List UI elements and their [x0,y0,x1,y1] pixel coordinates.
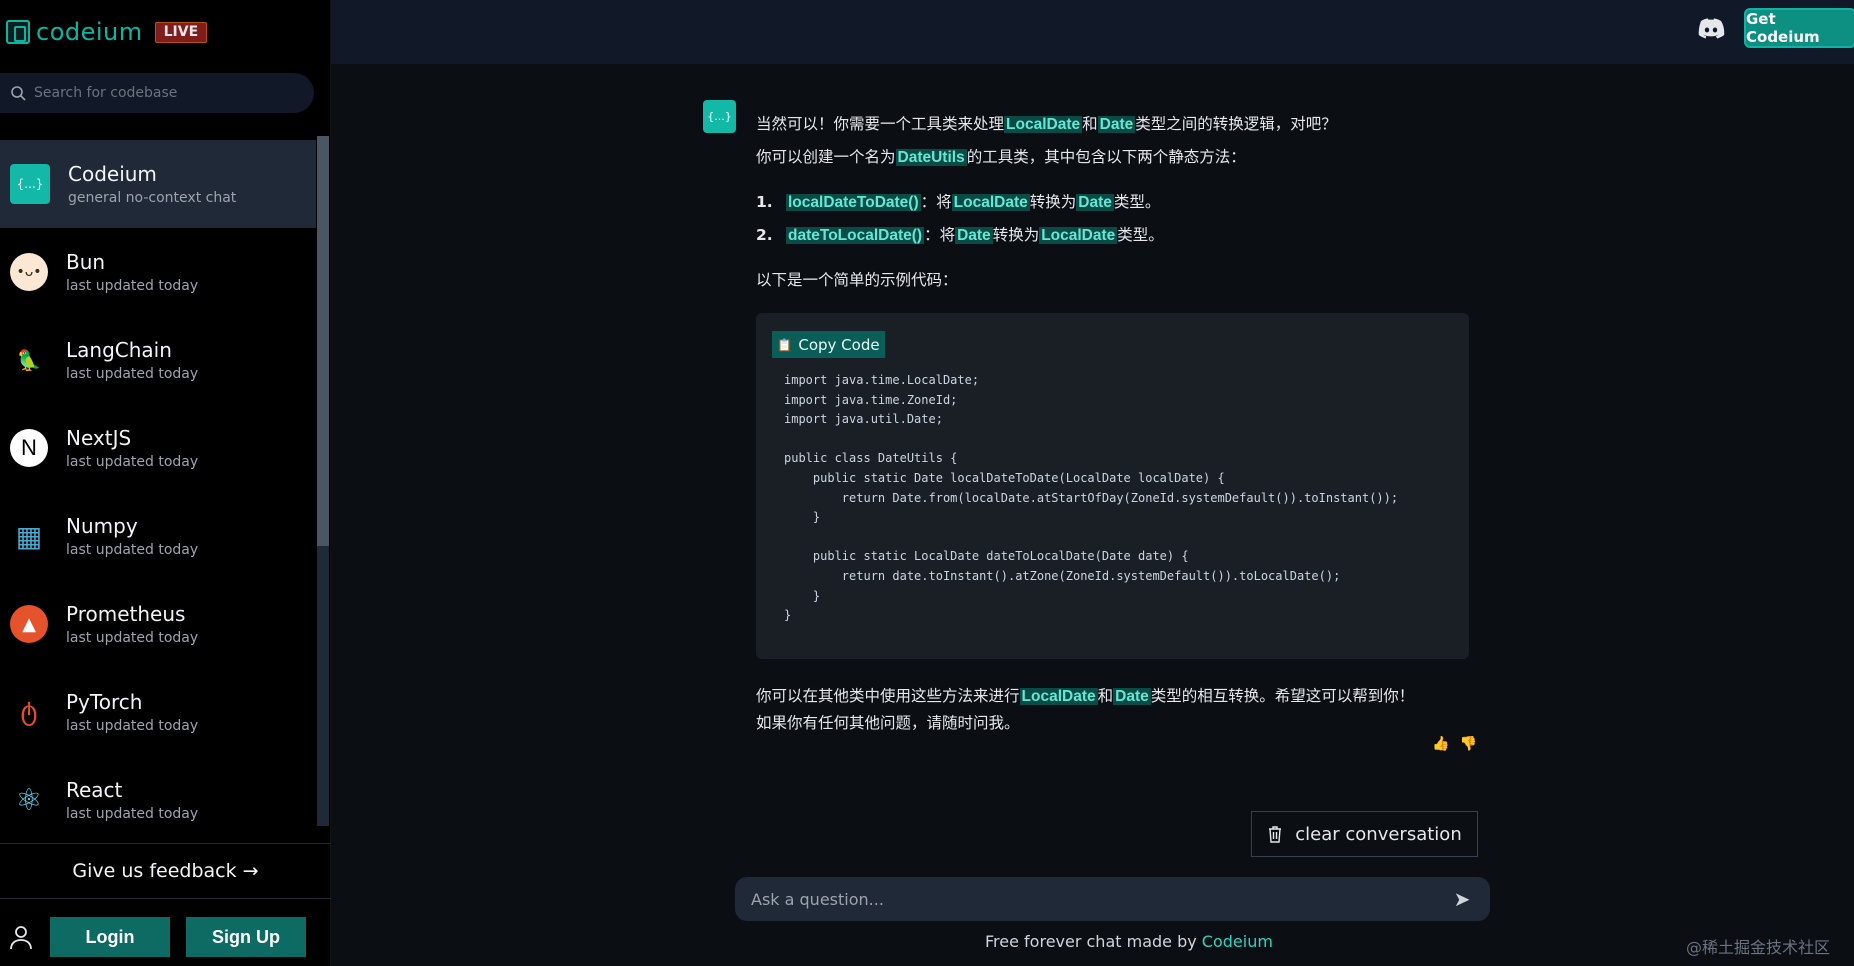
footer: Free forever chat made by Codeium [985,932,1273,951]
sidebar-item-nextjs[interactable]: N NextJS last updated today [0,404,316,492]
sidebar-item-pytorch[interactable]: ტ PyTorch last updated today [0,668,316,756]
feedback-thumbs: 👍 👎 [1432,736,1477,752]
search-bar [0,73,314,113]
sidebar-item-sub: last updated today [66,630,199,646]
sidebar-item-codeium[interactable]: {...} Codeium general no-context chat [0,140,316,228]
sidebar-item-sub: last updated today [66,278,199,294]
assistant-message: 当然可以！你需要一个工具类来处理 LocalDate 和 Date 类型之间的转换逻辑，… [756,108,1476,297]
sidebar-item-label: React [66,778,123,802]
bun-icon: •ᴗ• [10,253,48,291]
method-list: 1. localDateToDate() ：将 LocalDate 转换为 Date 类型… [756,186,1476,252]
sidebar-item-label: Numpy [66,514,138,538]
assistant-avatar-icon: {...} [703,100,736,133]
pytorch-icon: ტ [20,697,38,727]
sidebar-item-prometheus[interactable]: ▲ Prometheus last updated today [0,580,316,668]
sidebar-item-sub: last updated today [66,366,199,382]
example-intro: 以下是一个简单的示例代码： [756,271,958,289]
login-button[interactable]: Login [50,917,170,957]
discord-icon[interactable] [1696,16,1726,42]
ask-bar: ➤ [735,877,1490,921]
sidebar-item-label: LangChain [66,338,172,362]
sidebar-item-label: PyTorch [66,690,143,714]
search-input[interactable] [34,85,294,101]
live-badge: LIVE [154,21,208,43]
clipboard-icon: 📋 [777,337,793,352]
codeium-icon: {...} [10,164,50,204]
sidebar-scrollbar-thumb[interactable] [317,136,329,546]
message-line-1: 当然可以！你需要一个工具类来处理 LocalDate 和 Date 类型之间的转换逻辑，… [756,115,1337,133]
list-item: 1. localDateToDate() ：将 LocalDate 转换为 Date 类型… [756,193,1161,211]
sidebar-item-sub: last updated today [66,718,199,734]
langchain-icon: 🦜 [16,348,42,372]
closing-text: 你可以在其他类中使用这些方法来进行 LocalDate 和 Date 类型的相互转换。希… [756,687,1415,732]
sidebar-item-sub: general no-context chat [68,190,237,206]
sidebar-item-react[interactable]: ⚛ React last updated today [0,756,316,840]
sidebar-item-sub: last updated today [66,454,199,470]
trash-icon [1269,826,1282,843]
get-codeium-button[interactable]: Get Codeium [1744,8,1854,48]
sidebar-item-label: NextJS [66,426,132,450]
signup-button[interactable]: Sign Up [186,917,306,957]
brand[interactable]: codeium LIVE [6,18,208,46]
numpy-icon: ▦ [15,519,43,553]
sidebar-item-label: Bun [66,250,106,274]
brand-name: codeium [36,18,143,46]
sidebar-item-langchain[interactable]: 🦜 LangChain last updated today [0,316,316,404]
copy-code-button[interactable]: 📋 Copy Code [772,331,885,358]
sidebar-item-bun[interactable]: •ᴗ• Bun last updated today [0,228,316,316]
code-content[interactable]: import java.time.LocalDate; import java.… [784,371,1398,626]
user-icon[interactable] [8,924,34,950]
send-icon[interactable]: ➤ [1450,887,1474,911]
codeium-link[interactable]: Codeium [1202,932,1273,951]
sidebar-item-label: Codeium [68,162,157,186]
sidebar: codeium LIVE {...} Codeium general no-con… [0,0,331,966]
code-block: 📋 Copy Code import java.time.LocalDate; … [756,313,1469,659]
sidebar-item-sub: last updated today [66,806,199,822]
sidebar-item-sub: last updated today [66,542,199,558]
thumbs-down-icon[interactable]: 👎 [1459,736,1476,752]
message-line-2: 你可以创建一个名为 DateUtils 的工具类，其中包含以下两个静态方法： [756,148,1246,166]
search-icon [11,86,26,101]
sidebar-item-label: Prometheus [66,602,186,626]
list-item: 2. dateToLocalDate() ：将 Date 转换为 LocalDate 类型… [756,226,1164,244]
sidebar-item-numpy[interactable]: ▦ Numpy last updated today [0,492,316,580]
codeium-logo-icon [6,20,30,44]
nextjs-icon: N [10,429,48,467]
feedback-link[interactable]: Give us feedback → [0,843,331,899]
auth-bar: Login Sign Up [0,908,331,966]
topbar [331,0,1854,64]
codebase-list: {...} Codeium general no-context chat •ᴗ•… [0,140,316,840]
thumbs-up-icon[interactable]: 👍 [1432,736,1449,752]
clear-conversation-button[interactable]: clear conversation [1251,811,1478,857]
watermark: @稀土掘金技术社区 [1686,938,1831,957]
react-icon: ⚛ [15,782,43,818]
ask-input[interactable] [751,889,1450,909]
prometheus-icon: ▲ [10,605,48,643]
